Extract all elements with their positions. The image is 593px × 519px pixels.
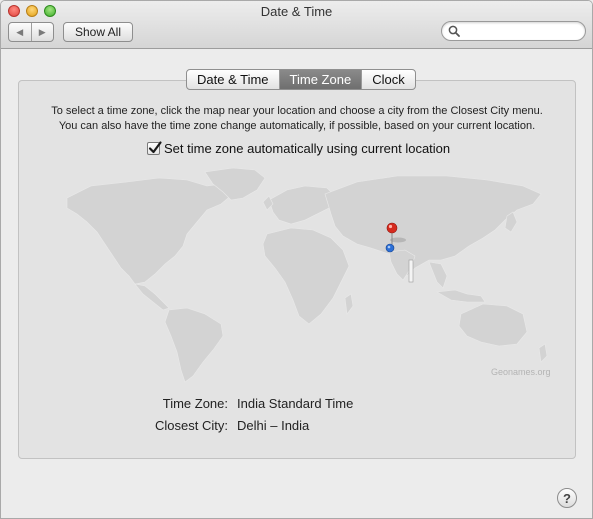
auto-timezone-option[interactable]: Set time zone automatically using curren… [147,141,450,156]
city-marker-icon [385,243,395,253]
time-zone-label: Time Zone: [162,396,228,411]
new-zealand-landmass [538,343,548,363]
europe-landmass [268,185,338,225]
checkmark-icon [148,141,162,154]
help-button[interactable]: ? [557,488,577,508]
tab-bar: Date & Time Time Zone Clock [186,69,416,90]
window-title: Date & Time [260,4,333,19]
selected-timezone-band [408,259,414,283]
search-field[interactable] [441,21,586,41]
tab-date-time[interactable]: Date & Time [187,70,279,89]
instructions-text: To select a time zone, click the map nea… [18,104,576,134]
southeast-asia-landmass [428,261,448,289]
search-input[interactable] [464,23,584,41]
north-america-landmass [66,177,234,285]
forward-arrow-icon[interactable]: ▶ [30,23,54,41]
tab-time-zone[interactable]: Time Zone [278,70,362,89]
auto-timezone-label[interactable]: Set time zone automatically using curren… [164,141,450,156]
instructions-line-2: You can also have the time zone change a… [58,120,536,132]
auto-timezone-checkbox[interactable] [147,141,162,155]
time-zone-value: India Standard Time [237,396,354,411]
closest-city-label: Closest City: [155,418,228,433]
instructions-line-1: To select a time zone, click the map nea… [51,105,543,117]
tab-clock[interactable]: Clock [361,70,415,89]
australia-landmass [458,303,528,347]
map-attribution: Geonames.org [491,367,551,377]
show-all-button[interactable]: Show All [63,22,133,42]
date-time-window: Date & Time ◀ ▶ Show All Date & Time Tim… [0,0,593,519]
title-bar: Date & Time ◀ ▶ Show All [1,1,592,49]
back-forward-control: ◀ ▶ [8,22,54,42]
world-map[interactable] [37,164,557,384]
search-icon [448,25,460,37]
indonesia-landmass [436,289,486,303]
madagascar-landmass [344,293,354,315]
africa-landmass [262,227,350,325]
back-arrow-icon[interactable]: ◀ [9,23,31,41]
closest-city-value[interactable]: Delhi – India [237,418,309,433]
central-america-landmass [134,283,170,311]
south-america-landmass [164,307,224,383]
